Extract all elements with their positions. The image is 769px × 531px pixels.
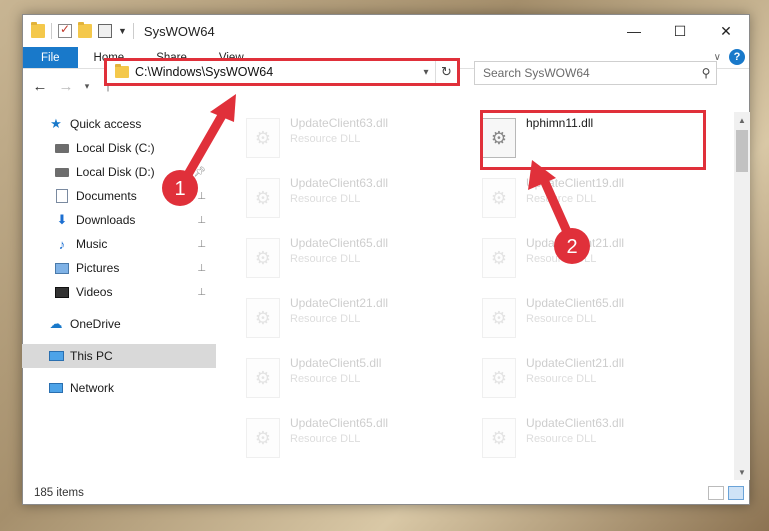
properties-check-icon[interactable] bbox=[58, 22, 72, 38]
maximize-button[interactable]: ☐ bbox=[657, 15, 703, 47]
title-bar: ▼ SysWOW64 — ☐ ✕ bbox=[23, 15, 749, 47]
address-path[interactable]: C:\Windows\SysWOW64 bbox=[135, 65, 417, 79]
address-bar[interactable]: C:\Windows\SysWOW64 ▾ ↻ bbox=[104, 58, 460, 86]
search-input[interactable] bbox=[483, 66, 696, 80]
folder-icon bbox=[31, 22, 45, 38]
divider bbox=[51, 23, 52, 39]
explorer-window: ▼ SysWOW64 — ☐ ✕ File Home Share View ∨ … bbox=[22, 14, 750, 505]
qat-dropdown-icon[interactable]: ▼ bbox=[118, 26, 127, 36]
window-controls: — ☐ ✕ bbox=[611, 15, 749, 47]
window-title: SysWOW64 bbox=[143, 23, 215, 39]
forward-button[interactable]: → bbox=[55, 75, 77, 97]
close-button[interactable]: ✕ bbox=[703, 15, 749, 47]
help-icon[interactable]: ? bbox=[729, 49, 745, 65]
search-icon[interactable]: ⚲ bbox=[696, 66, 716, 80]
minimize-button[interactable]: — bbox=[611, 15, 657, 47]
divider bbox=[132, 23, 134, 39]
recent-locations-icon[interactable]: ▾ bbox=[81, 75, 93, 97]
address-dropdown-icon[interactable]: ▾ bbox=[417, 67, 435, 78]
search-box[interactable]: ⚲ bbox=[474, 61, 717, 85]
folder-icon bbox=[115, 64, 129, 78]
customize-icon[interactable] bbox=[98, 24, 112, 38]
ribbon-right: ∨ ? bbox=[714, 49, 745, 65]
back-button[interactable]: ← bbox=[29, 75, 51, 97]
tab-file[interactable]: File bbox=[23, 47, 78, 68]
quick-access-toolbar: ▼ bbox=[23, 22, 134, 39]
refresh-icon[interactable]: ↻ bbox=[435, 61, 457, 83]
new-folder-icon[interactable] bbox=[78, 22, 92, 38]
